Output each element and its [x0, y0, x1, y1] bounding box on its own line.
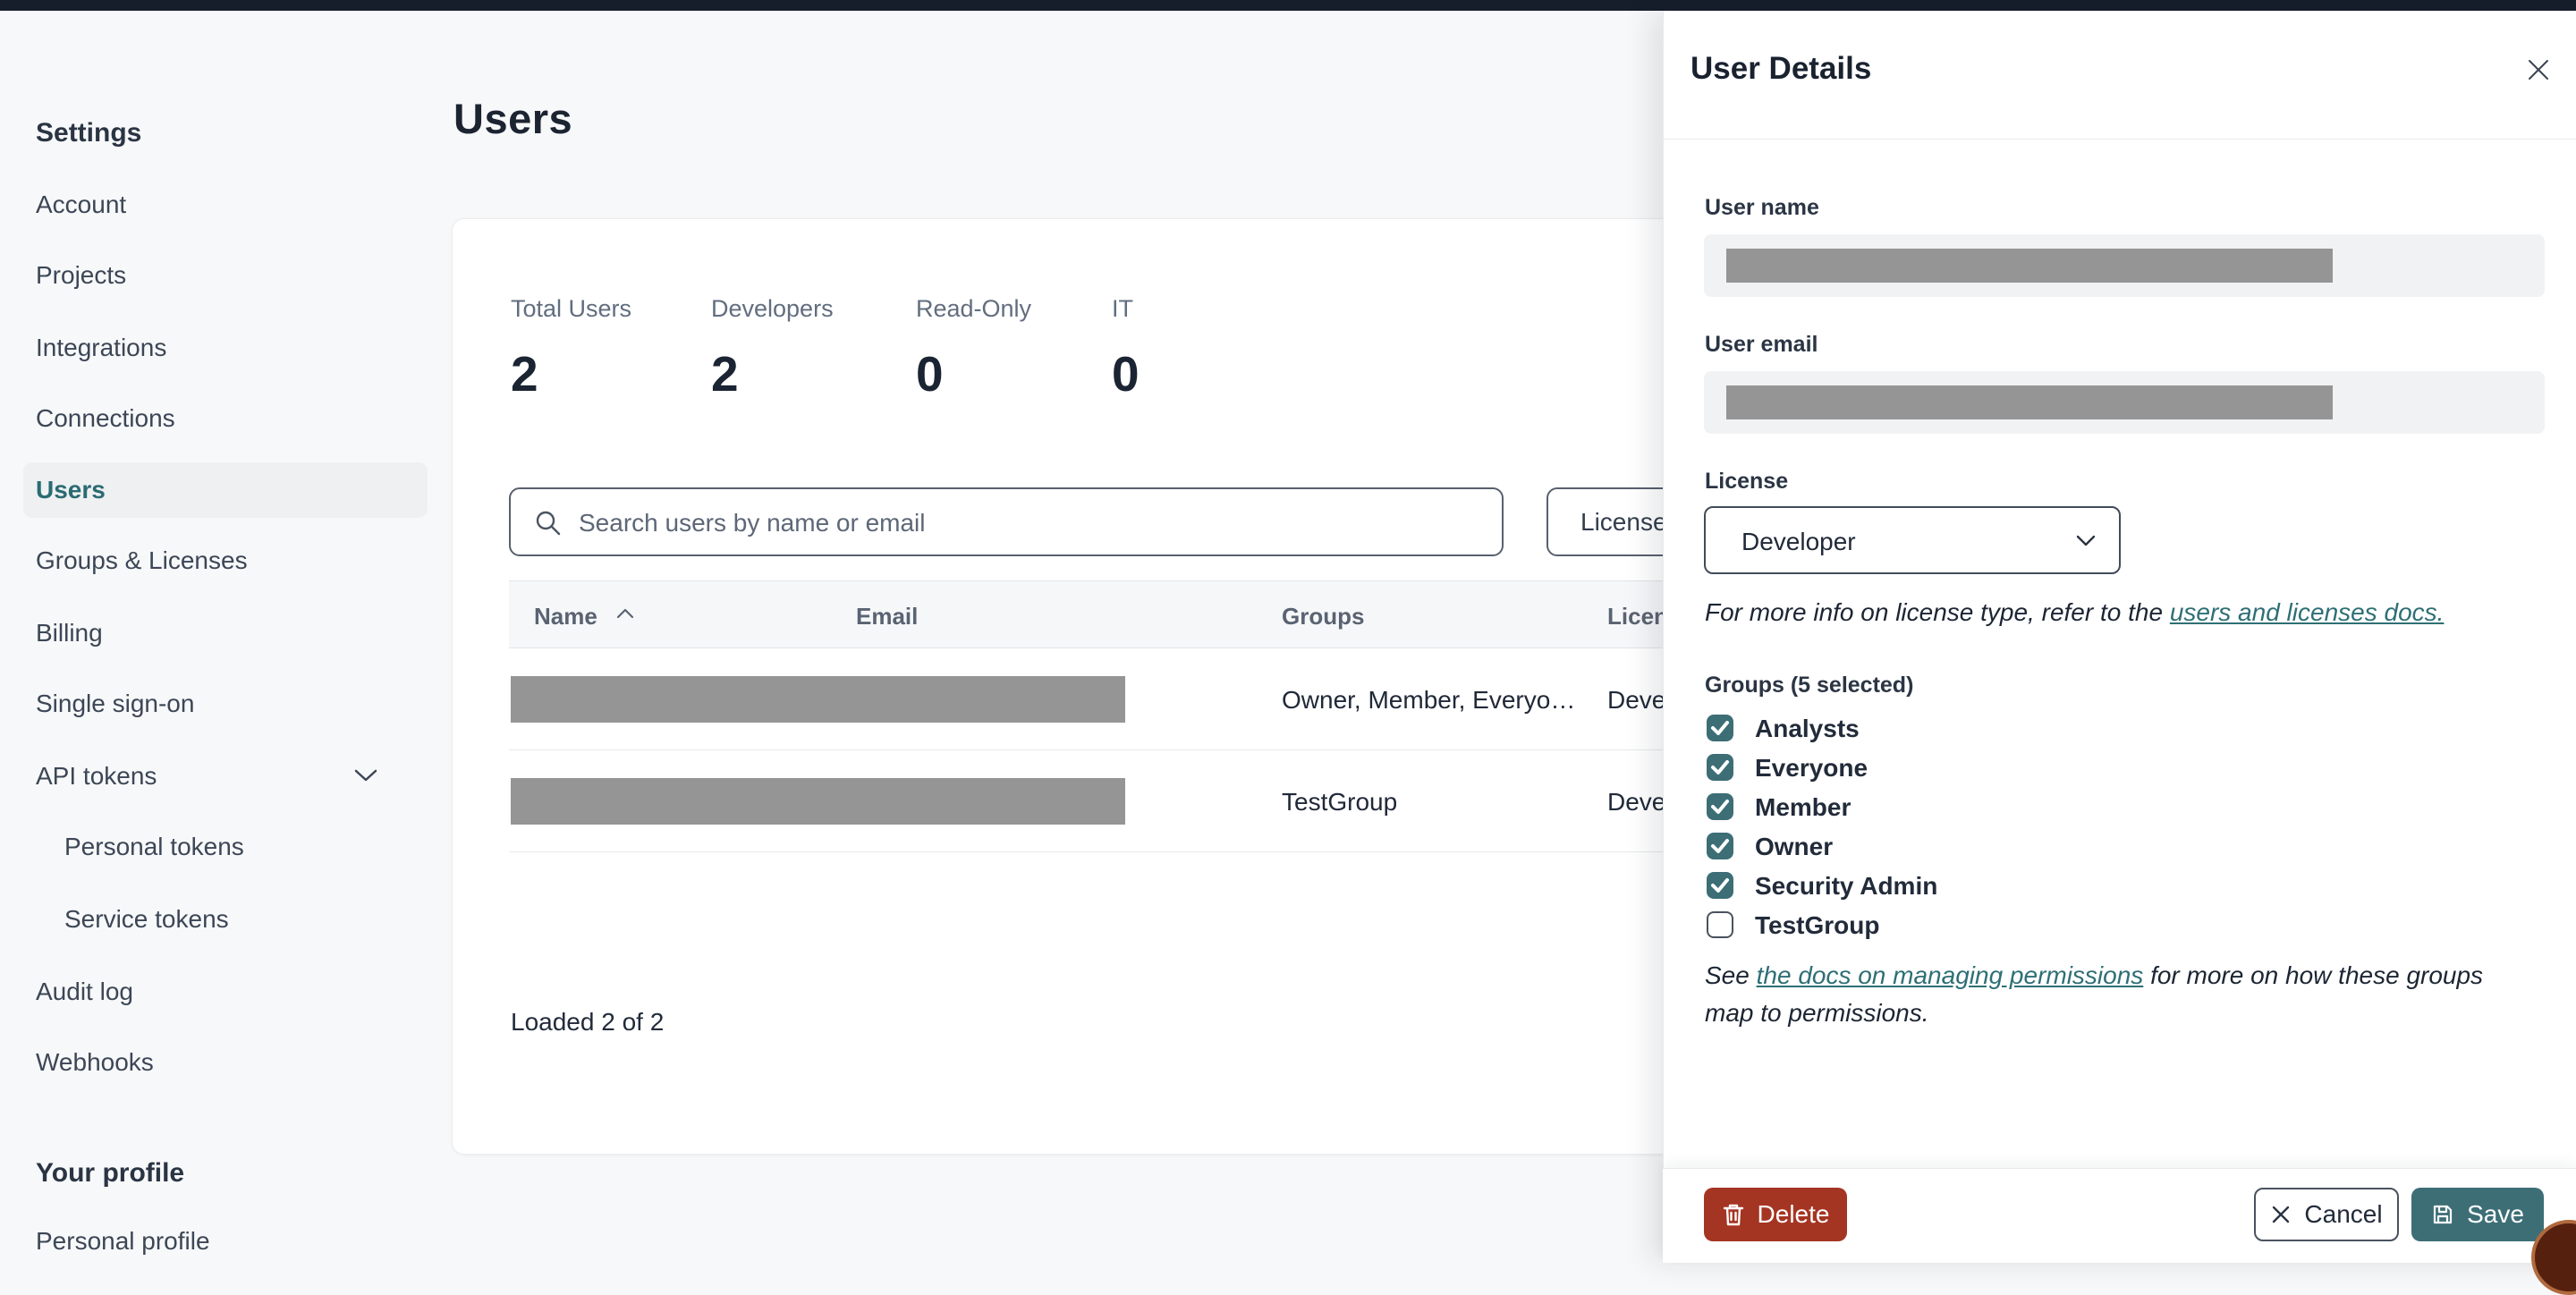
user-name-label: User name: [1705, 195, 1819, 220]
checkbox-checked-icon[interactable]: [1707, 872, 1733, 899]
stat-developers-value: 2: [711, 346, 739, 402]
chevron-down-icon[interactable]: [352, 766, 379, 784]
permissions-note: See the docs on managing permissions for…: [1705, 961, 2484, 1027]
checkbox-checked-icon[interactable]: [1707, 833, 1733, 859]
chevron-down-icon: [2076, 535, 2096, 546]
sidebar-item-connections[interactable]: Connections: [36, 398, 175, 439]
column-header-name[interactable]: Name: [534, 603, 597, 631]
sidebar-item-audit-log[interactable]: Audit log: [36, 971, 133, 1012]
stat-total-users-value: 2: [511, 346, 538, 402]
managing-permissions-docs-link[interactable]: the docs on managing permissions: [1757, 961, 2144, 989]
sidebar-item-service-tokens[interactable]: Service tokens: [64, 899, 229, 940]
stat-total-users-label: Total Users: [511, 295, 632, 322]
row-groups-cell: TestGroup: [1282, 788, 1398, 816]
sidebar-item-personal-tokens[interactable]: Personal tokens: [64, 826, 244, 868]
sidebar-item-users[interactable]: Users: [36, 470, 106, 511]
redacted-user-email: [1726, 385, 2333, 419]
redacted-user-name: [1726, 249, 2333, 283]
group-option-label: Analysts: [1755, 715, 1860, 742]
group-option-label: Everyone: [1755, 754, 1868, 782]
sidebar-item-billing[interactable]: Billing: [36, 613, 103, 654]
row-groups-cell: Owner, Member, Everyo…: [1282, 686, 1576, 714]
group-option-label: TestGroup: [1755, 911, 1880, 939]
stat-it-value: 0: [1112, 346, 1140, 402]
sidebar-item-projects[interactable]: Projects: [36, 255, 126, 296]
delete-button[interactable]: Delete: [1704, 1188, 1847, 1241]
user-email-field[interactable]: [1704, 371, 2545, 434]
sidebar-title: Settings: [36, 118, 142, 148]
page-title: Users: [453, 95, 573, 142]
search-placeholder: Search users by name or email: [579, 509, 926, 537]
user-name-field[interactable]: [1704, 234, 2545, 297]
top-bar: [0, 0, 2576, 11]
close-icon[interactable]: [2522, 54, 2555, 86]
license-select[interactable]: Developer: [1704, 506, 2121, 574]
checkbox-checked-icon[interactable]: [1707, 754, 1733, 781]
sidebar-item-single-sign-on[interactable]: Single sign-on: [36, 683, 194, 724]
column-header-email: Email: [856, 603, 919, 630]
table-header-row: Name Email Groups License: [509, 580, 1811, 648]
sidebar-item-webhooks[interactable]: Webhooks: [36, 1042, 154, 1083]
stat-read-only-value: 0: [916, 346, 944, 402]
cancel-button[interactable]: Cancel: [2254, 1188, 2399, 1241]
sidebar-profile-title: Your profile: [36, 1158, 185, 1188]
groups-label: Groups (5 selected): [1705, 673, 1914, 698]
sidebar-item-account[interactable]: Account: [36, 184, 126, 225]
users-and-licenses-docs-link[interactable]: users and licenses docs.: [2170, 598, 2445, 626]
user-details-drawer: User Details User name User email Licens…: [1663, 11, 2576, 1263]
checkbox-checked-icon[interactable]: [1707, 715, 1733, 741]
settings-sidebar: Settings Account Projects Integrations C…: [0, 11, 452, 1263]
loaded-status: Loaded 2 of 2: [511, 1008, 665, 1036]
sidebar-item-api-tokens[interactable]: API tokens: [36, 756, 157, 797]
drawer-header-divider: [1664, 139, 2576, 140]
stat-read-only-label: Read-Only: [916, 295, 1032, 322]
trash-icon: [1723, 1204, 1743, 1226]
sort-ascending-icon[interactable]: [614, 606, 636, 621]
group-option-label: Member: [1755, 793, 1852, 821]
save-disk-icon: [2433, 1205, 2453, 1224]
table-row[interactable]: TestGroup Developer: [509, 750, 1811, 852]
license-note: For more info on license type, refer to …: [1705, 598, 2445, 626]
stat-it-label: IT: [1112, 295, 1133, 322]
search-input[interactable]: Search users by name or email: [509, 487, 1504, 556]
column-header-groups: Groups: [1282, 603, 1365, 630]
drawer-title: User Details: [1690, 51, 1872, 86]
checkbox-checked-icon[interactable]: [1707, 793, 1733, 820]
redacted-name-email: [511, 676, 1125, 723]
search-icon: [536, 511, 561, 536]
license-selected-value: Developer: [1741, 528, 1856, 555]
user-email-label: User email: [1705, 332, 1818, 357]
license-label: License: [1705, 469, 1789, 494]
group-option-label: Owner: [1755, 833, 1834, 860]
close-icon: [2273, 1206, 2290, 1223]
checkbox-unchecked-icon[interactable]: [1707, 911, 1733, 938]
sidebar-item-personal-profile[interactable]: Personal profile: [36, 1221, 210, 1262]
sidebar-item-groups-licenses[interactable]: Groups & Licenses: [36, 540, 248, 581]
save-button[interactable]: Save: [2411, 1188, 2544, 1241]
drawer-footer: Delete Cancel Save: [1663, 1168, 2576, 1295]
redacted-name-email: [511, 778, 1125, 825]
table-row[interactable]: Owner, Member, Everyo… Developer: [509, 648, 1811, 750]
group-option-label: Security Admin: [1755, 872, 1938, 900]
sidebar-item-integrations[interactable]: Integrations: [36, 327, 166, 368]
stat-developers-label: Developers: [711, 295, 834, 322]
